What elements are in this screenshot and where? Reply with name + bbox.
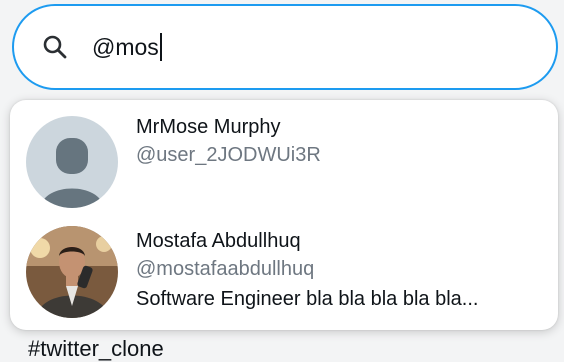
- result-name: Mostafa Abdullhuq: [136, 230, 301, 252]
- result-bio: Software Engineer bla bla bla bla bla...: [136, 288, 479, 310]
- search-result-item[interactable]: MrMose Murphy @user_2JODWUi3R: [10, 100, 558, 212]
- result-handle: @user_2JODWUi3R: [136, 144, 321, 166]
- search-results-dropdown: MrMose Murphy @user_2JODWUi3R Mostafa Ab…: [10, 100, 558, 330]
- result-name: MrMose Murphy: [136, 116, 281, 138]
- search-icon: [43, 35, 67, 59]
- search-input[interactable]: @mos: [92, 33, 162, 61]
- profile-photo: [26, 226, 118, 318]
- search-result-item[interactable]: Mostafa Abdullhuq @mostafaabdullhuq Soft…: [10, 212, 558, 330]
- default-avatar-icon: [26, 116, 118, 208]
- text-caret: [159, 33, 162, 61]
- search-box[interactable]: @mos: [12, 4, 558, 90]
- result-handle: @mostafaabdullhuq: [136, 258, 315, 280]
- page: @mos MrMose Murphy @user_2JODWUi3R Mosta…: [0, 0, 564, 362]
- trend-hashtag[interactable]: #twitter_clone: [28, 336, 164, 362]
- search-input-value: @mos: [92, 33, 159, 60]
